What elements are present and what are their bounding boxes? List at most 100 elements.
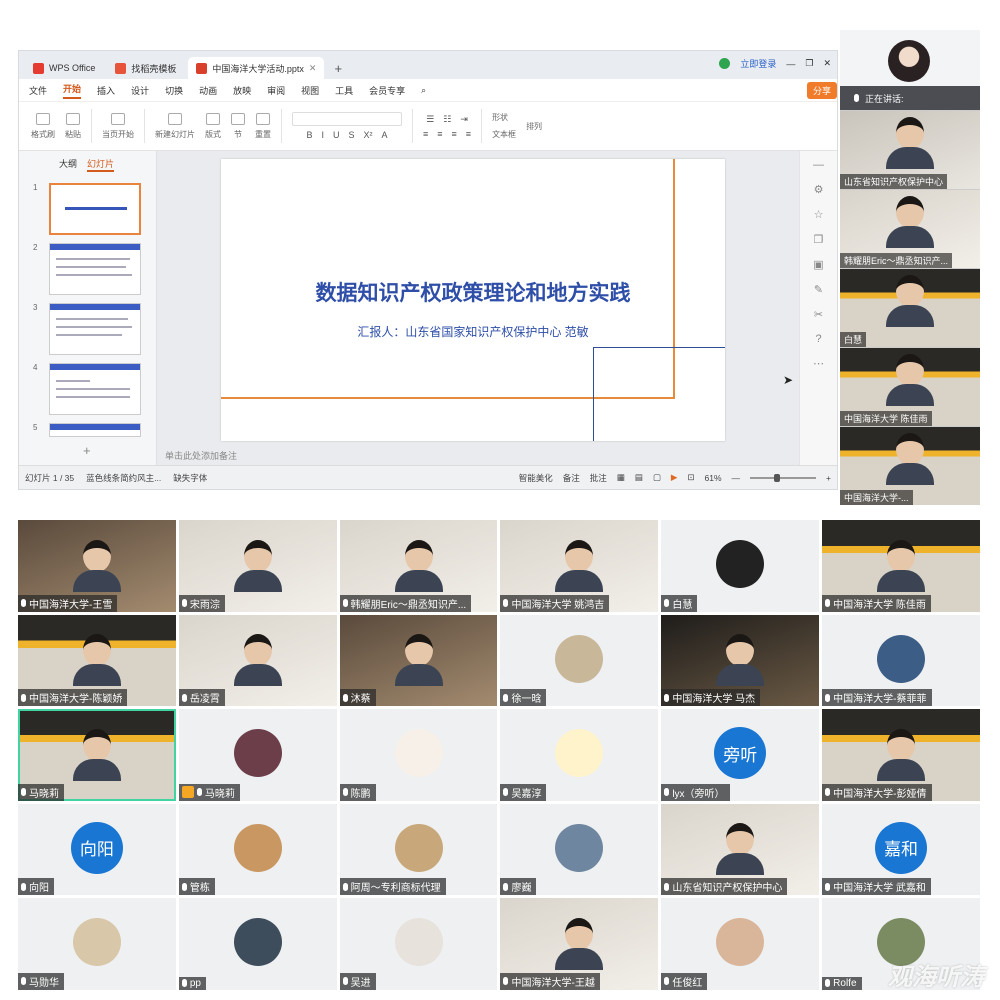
participant-tile[interactable]: 吴进	[339, 898, 498, 990]
tab-outline[interactable]: 大纲	[59, 157, 77, 172]
participant-tile[interactable]: 韩耀朋Eric～鼎丞知识产...	[840, 189, 980, 268]
menu-transition[interactable]: 切换	[165, 84, 183, 97]
slide-thumbnail[interactable]: 2	[33, 243, 141, 295]
menu-animation[interactable]: 动画	[199, 84, 217, 97]
search-icon[interactable]: ⌕	[421, 85, 426, 96]
tab-pptx-document[interactable]: 中国海洋大学活动.pptx ✕	[188, 57, 325, 79]
layout-button[interactable]: 版式	[205, 112, 221, 140]
participant-tile[interactable]: 向阳 向阳	[18, 803, 176, 896]
italic-button[interactable]: I	[321, 130, 324, 140]
menu-view[interactable]: 视图	[301, 84, 319, 97]
participant-tile[interactable]: 阿周～专利商标代理	[339, 803, 498, 896]
play-slideshow-icon[interactable]: ▶	[671, 472, 678, 483]
star-icon[interactable]: ☆	[814, 208, 824, 221]
font-family-select[interactable]	[292, 112, 402, 126]
participant-tile[interactable]: 沐蔡	[339, 614, 498, 707]
participant-tile[interactable]: 宋雨淙	[178, 520, 337, 612]
superscript-button[interactable]: X²	[364, 130, 373, 140]
new-slide-button[interactable]: 新建幻灯片	[155, 112, 195, 140]
menu-member[interactable]: 会员专享	[369, 84, 405, 97]
theme-name[interactable]: 蓝色线条简约风主...	[86, 472, 161, 484]
indent-icon[interactable]: ⇥	[460, 114, 468, 125]
underline-button[interactable]: U	[333, 130, 340, 140]
comments-button[interactable]: 批注	[590, 472, 607, 484]
normal-view-icon[interactable]: ▦	[617, 472, 625, 483]
participant-tile[interactable]: pp	[178, 898, 337, 990]
settings-icon[interactable]: ⚙	[814, 183, 824, 196]
participant-tile[interactable]: 中国海洋大学-蔡菲菲	[822, 614, 980, 707]
close-tab-icon[interactable]: ✕	[309, 63, 317, 74]
participant-tile[interactable]: 中国海洋大学 陈佳雨	[822, 520, 980, 612]
align-right-icon[interactable]: ≡	[452, 129, 457, 139]
zoom-in-icon[interactable]: +	[826, 473, 831, 483]
align-center-icon[interactable]: ≡	[437, 129, 442, 139]
help-icon[interactable]: ?	[815, 333, 821, 345]
add-slide-button[interactable]: +	[83, 443, 91, 458]
zoom-level[interactable]: 61%	[705, 473, 722, 483]
play-from-current-button[interactable]: 当页开始	[102, 112, 134, 140]
participant-tile[interactable]: 中国海洋大学-...	[840, 426, 980, 505]
notes-placeholder[interactable]: 单击此处添加备注	[165, 449, 237, 462]
collapse-icon[interactable]: —	[813, 159, 824, 171]
sync-status-icon[interactable]	[719, 58, 731, 69]
participant-tile[interactable]: 山东省知识产权保护中心	[661, 803, 820, 896]
participant-tile[interactable]: 徐一晗	[500, 614, 659, 707]
participant-tile[interactable]: 中国海洋大学 姚鸿吉	[500, 520, 659, 612]
login-link[interactable]: 立即登录	[740, 57, 776, 70]
share-button[interactable]: 分享	[806, 82, 837, 99]
participant-tile[interactable]: 旁听 lyx（旁听）	[661, 709, 820, 801]
arrange-button[interactable]: 排列	[526, 121, 542, 132]
menu-design[interactable]: 设计	[131, 84, 149, 97]
align-left-icon[interactable]: ≡	[423, 129, 428, 139]
restore-button[interactable]: ❐	[805, 58, 813, 69]
smart-beautify-button[interactable]: 智能美化	[519, 472, 553, 484]
participant-tile[interactable]: 马勋华	[18, 898, 176, 990]
participant-tile[interactable]: 陈鹏	[339, 709, 498, 801]
participant-tile[interactable]: 山东省知识产权保护中心	[840, 110, 980, 189]
reset-button[interactable]: 重置	[255, 112, 271, 140]
slide-thumbnail[interactable]: 1	[33, 183, 141, 235]
more-icon[interactable]: ⋯	[813, 357, 824, 370]
participant-tile[interactable]: 白慧	[661, 520, 820, 612]
section-button[interactable]: 节	[231, 112, 245, 140]
menu-file[interactable]: 文件	[29, 84, 47, 97]
minimize-button[interactable]: —	[786, 59, 795, 69]
tab-wps-office[interactable]: WPS Office	[25, 57, 103, 79]
tab-slides[interactable]: 幻灯片	[87, 157, 115, 172]
bold-button[interactable]: B	[306, 130, 312, 140]
participant-tile[interactable]: 任俊红	[661, 898, 820, 990]
participant-tile[interactable]: 中国海洋大学 陈佳雨	[840, 347, 980, 426]
menu-insert[interactable]: 插入	[97, 84, 115, 97]
tab-template[interactable]: 找稻壳模板	[107, 57, 184, 79]
zoom-out-icon[interactable]: —	[732, 473, 741, 483]
fit-window-icon[interactable]: ⊡	[687, 472, 694, 483]
current-slide[interactable]: 数据知识产权政策理论和地方实践 汇报人：山东省国家知识产权保护中心 范敏	[221, 159, 725, 441]
slide-thumbnail[interactable]: 4	[33, 363, 141, 415]
participant-tile[interactable]: 中国海洋大学-陈颖娇	[18, 614, 176, 707]
participant-tile[interactable]: 吴嘉淳	[500, 709, 659, 801]
participant-tile[interactable]: 岳凌霄	[178, 614, 337, 707]
zoom-slider-thumb[interactable]	[774, 473, 781, 482]
participant-tile[interactable]: 管栋	[178, 803, 337, 896]
strikethrough-button[interactable]: S	[349, 130, 355, 140]
menu-tools[interactable]: 工具	[335, 84, 353, 97]
participant-tile[interactable]: 中国海洋大学-王雪	[18, 520, 176, 612]
paste-button[interactable]: 粘贴	[65, 112, 81, 140]
number-list-icon[interactable]: ☷	[443, 114, 451, 125]
font-color-button[interactable]: A	[382, 130, 388, 140]
participant-tile[interactable]: 中国海洋大学-王越	[500, 898, 659, 990]
new-tab-button[interactable]: +	[328, 57, 348, 79]
image-icon[interactable]: ▣	[813, 258, 823, 271]
participant-tile[interactable]: 中国海洋大学 马杰	[661, 614, 820, 707]
zoom-slider[interactable]	[750, 473, 817, 482]
copy-icon[interactable]: ❐	[814, 233, 824, 246]
slide-thumbnail[interactable]: 3	[33, 303, 141, 355]
reading-view-icon[interactable]: ▢	[653, 472, 661, 483]
justify-icon[interactable]: ≡	[466, 129, 471, 139]
edit-icon[interactable]: ✎	[814, 283, 823, 296]
menu-home[interactable]: 开始	[63, 82, 82, 99]
format-painter-button[interactable]: 格式刷	[31, 112, 55, 140]
participant-tile[interactable]: 马晓莉	[178, 709, 337, 801]
slide-thumbnail[interactable]: 5	[33, 423, 141, 437]
sorter-view-icon[interactable]: ▤	[635, 472, 643, 483]
